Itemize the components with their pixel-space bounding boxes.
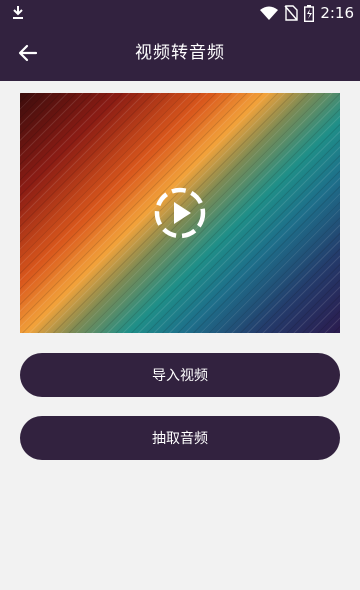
play-icon[interactable] (153, 186, 207, 240)
extract-audio-label: 抽取音频 (152, 431, 208, 447)
no-sim-icon (284, 5, 299, 21)
import-video-button[interactable]: 导入视频 (20, 353, 340, 397)
download-icon (13, 6, 23, 19)
app-bar: 视频转音频 (0, 26, 360, 81)
battery-charging-icon (304, 4, 315, 22)
wifi-icon (260, 6, 279, 20)
status-bar: 2:16 (0, 0, 360, 26)
status-time: 2:16 (320, 4, 354, 22)
status-icons: 2:16 (260, 3, 354, 23)
extract-audio-button[interactable]: 抽取音频 (20, 416, 340, 460)
video-preview[interactable] (20, 93, 340, 333)
import-video-label: 导入视频 (152, 368, 208, 384)
page-title: 视频转音频 (135, 43, 225, 63)
